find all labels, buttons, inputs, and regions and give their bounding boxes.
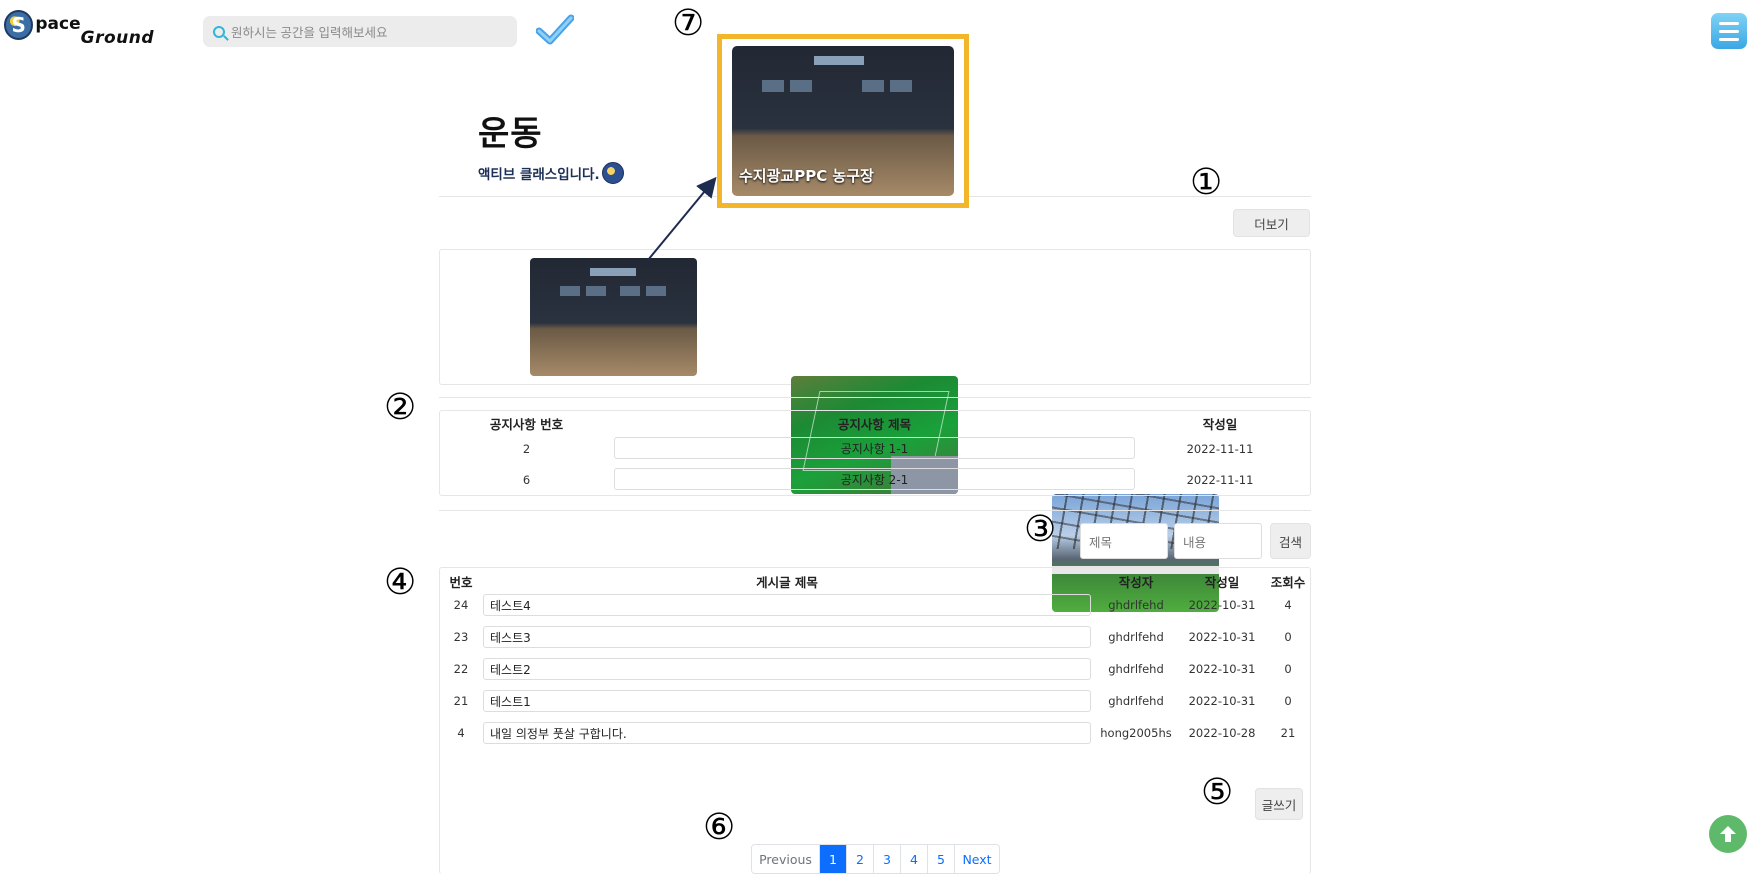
- callout-image[interactable]: 수지광교PPC 농구장: [732, 46, 954, 196]
- notice-header-no: 공지사항 번호: [489, 417, 564, 432]
- board-row-no: 22: [453, 662, 469, 676]
- more-button[interactable]: 더보기: [1233, 209, 1310, 237]
- category-subtitle: 액티브 클래스입니다.: [478, 162, 624, 184]
- notice-header-date: 작성일: [1202, 417, 1238, 432]
- logo-text-pace: pace: [35, 14, 81, 34]
- board-row-author: ghdrlfehd: [1108, 630, 1164, 644]
- board-row-title-link[interactable]: 테스트2: [483, 658, 1091, 680]
- logo-s-badge: S: [4, 10, 34, 40]
- notice-date: 2022-11-11: [1186, 473, 1254, 487]
- pagination-page-4[interactable]: 4: [900, 845, 927, 873]
- title-search-input[interactable]: 제목: [1080, 523, 1168, 559]
- notice-no: 6: [522, 473, 531, 487]
- category-title: 운동: [478, 114, 543, 154]
- content-search-input[interactable]: 내용: [1174, 523, 1262, 559]
- board-row-no: 21: [453, 694, 469, 708]
- divider: [439, 397, 1311, 398]
- board-row-no: 23: [453, 630, 469, 644]
- pagination-page-2[interactable]: 2: [846, 845, 873, 873]
- logo[interactable]: S pace Ground: [4, 10, 154, 54]
- board-row-date: 2022-10-31: [1188, 694, 1256, 708]
- write-button[interactable]: 글쓰기: [1255, 788, 1303, 820]
- board-row-author: ghdrlfehd: [1108, 694, 1164, 708]
- planet-icon: [601, 162, 624, 184]
- board-row-no: 24: [453, 598, 469, 612]
- pagination-page-3[interactable]: 3: [873, 845, 900, 873]
- notice-header-title: 공지사항 제목: [837, 417, 912, 432]
- board-header-title: 게시글 제목: [756, 575, 818, 590]
- board-header-no: 번호: [449, 575, 473, 590]
- marker-3: ③: [1024, 509, 1057, 550]
- board-row-author: ghdrlfehd: [1108, 662, 1164, 676]
- board-row-date: 2022-10-31: [1188, 598, 1256, 612]
- pagination-page-5[interactable]: 5: [927, 845, 954, 873]
- marker-1: ①: [1190, 162, 1223, 203]
- board-row-date: 2022-10-28: [1188, 726, 1256, 740]
- board-row-no: 4: [457, 726, 465, 740]
- board-row-date: 2022-10-31: [1188, 630, 1256, 644]
- board-row-views: 0: [1284, 694, 1292, 708]
- board-header-author: 작성자: [1118, 575, 1154, 590]
- marker-4: ④: [384, 562, 417, 603]
- board-row-title-link[interactable]: 테스트4: [483, 594, 1091, 616]
- scroll-top-button[interactable]: [1709, 815, 1747, 853]
- board-row-title-link[interactable]: 내일 의정부 풋살 구합니다.: [483, 722, 1091, 744]
- board-header-views: 조회수: [1270, 575, 1306, 590]
- board-header-date: 작성일: [1204, 575, 1240, 590]
- board-row-author: hong2005hs: [1100, 726, 1172, 740]
- arrow-up-icon: [1720, 826, 1736, 842]
- pagination-next[interactable]: Next: [954, 845, 999, 873]
- check-icon[interactable]: [536, 14, 574, 46]
- pagination: Previous 1 2 3 4 5 Next: [751, 844, 1000, 874]
- category-subtitle-text: 액티브 클래스입니다.: [478, 167, 600, 183]
- callout-arrow: [647, 176, 717, 261]
- board-row-title-link[interactable]: 테스트1: [483, 690, 1091, 712]
- notice-title-link[interactable]: 공지사항 2-1: [614, 468, 1135, 490]
- board-row-author: ghdrlfehd: [1108, 598, 1164, 612]
- logo-text-ground: Ground: [80, 28, 154, 48]
- board-row-views: 21: [1280, 726, 1296, 740]
- board-row-title-link[interactable]: 테스트3: [483, 626, 1091, 648]
- search-input[interactable]: 원하시는 공간을 입력해보세요: [203, 16, 517, 47]
- board-row-views: 0: [1284, 662, 1292, 676]
- marker-5: ⑤: [1201, 772, 1234, 813]
- notice-date: 2022-11-11: [1186, 442, 1254, 456]
- board-row-views: 0: [1284, 630, 1292, 644]
- callout-label: 수지광교PPC 농구장: [739, 167, 874, 185]
- search-icon: [213, 25, 225, 38]
- marker-6: ⑥: [703, 807, 736, 848]
- highlight-callout: 수지광교PPC 농구장: [717, 34, 969, 208]
- pagination-page-1[interactable]: 1: [819, 845, 846, 873]
- marker-7: ⑦: [672, 3, 705, 44]
- notice-no: 2: [522, 442, 531, 456]
- thumbnail-basketball-court[interactable]: [530, 258, 697, 376]
- pagination-previous[interactable]: Previous: [752, 845, 819, 873]
- marker-2: ②: [384, 387, 417, 428]
- search-button[interactable]: 검색: [1270, 523, 1311, 559]
- board-row-views: 4: [1284, 598, 1292, 612]
- notice-title-link[interactable]: 공지사항 1-1: [614, 437, 1135, 459]
- board-row-date: 2022-10-31: [1188, 662, 1256, 676]
- divider: [439, 510, 1311, 511]
- hamburger-menu-icon[interactable]: [1711, 13, 1747, 49]
- search-placeholder: 원하시는 공간을 입력해보세요: [231, 26, 388, 40]
